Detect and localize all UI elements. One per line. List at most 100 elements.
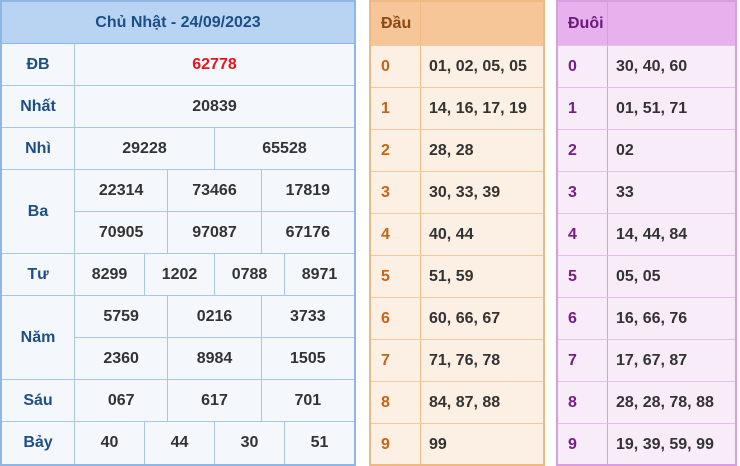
duoi-values: 05, 05 xyxy=(616,267,661,285)
duoi-row: 5 05, 05 xyxy=(558,255,735,297)
dau-row: 2 28, 28 xyxy=(371,129,543,171)
prize-number: 22314 xyxy=(98,181,144,199)
duoi-row: 1 01, 51, 71 xyxy=(558,87,735,129)
duoi-digit: 5 xyxy=(558,256,608,297)
duoi-digit: 7 xyxy=(558,340,608,381)
prize-line: 8299 1202 0788 8971 xyxy=(75,254,354,295)
prize-number: 701 xyxy=(260,380,354,421)
prize-row: Sáu 067 617 701 xyxy=(2,380,354,422)
dau-row: 4 40, 44 xyxy=(371,213,543,255)
dau-row: 7 71, 76, 78 xyxy=(371,339,543,381)
dau-values: 71, 76, 78 xyxy=(429,351,501,369)
dau-digit: 5 xyxy=(371,256,421,297)
prize-number: 73466 xyxy=(167,170,260,211)
duoi-values: 16, 66, 76 xyxy=(616,309,688,327)
prize-number: 65528 xyxy=(214,128,354,169)
dau-digit: 9 xyxy=(371,424,421,465)
prize-number: 29228 xyxy=(122,139,167,157)
duoi-digit: 6 xyxy=(558,298,608,339)
prize-label: Ba xyxy=(2,170,75,253)
prize-number: 17819 xyxy=(260,170,354,211)
prize-label: Nhì xyxy=(2,128,75,169)
dau-digit: 6 xyxy=(371,298,421,339)
prize-number: 67176 xyxy=(260,212,354,253)
duoi-row: 0 30, 40, 60 xyxy=(558,45,735,87)
dau-header-label: Đầu xyxy=(371,2,421,45)
prize-values: 40 44 30 51 xyxy=(75,422,354,464)
dau-values: 28, 28 xyxy=(429,141,474,159)
dau-digit: 7 xyxy=(371,340,421,381)
prize-line: 70905 97087 67176 xyxy=(75,211,354,253)
dau-header: Đầu xyxy=(371,2,543,45)
duoi-header-blank xyxy=(608,2,735,45)
dau-digit: 3 xyxy=(371,172,421,213)
duoi-row: 3 33 xyxy=(558,171,735,213)
prize-number: 617 xyxy=(167,380,260,421)
duoi-row: 2 02 xyxy=(558,129,735,171)
results-body: ĐB 62778 Nhất 20839 Nhì 29228 65528 Ba 22314 7346… xyxy=(2,44,354,464)
prize-number: 8299 xyxy=(91,265,128,283)
prize-row: Tư 8299 1202 0788 8971 xyxy=(2,254,354,296)
prize-line: 20839 xyxy=(75,86,354,127)
dau-row: 6 60, 66, 67 xyxy=(371,297,543,339)
prize-label: Bảy xyxy=(2,422,75,464)
dau-values: 51, 59 xyxy=(429,267,474,285)
duoi-values: 30, 40, 60 xyxy=(616,57,688,75)
prize-label: ĐB xyxy=(2,44,75,85)
prize-values: 5759 0216 3733 2360 8984 1505 xyxy=(75,296,354,379)
dau-row: 0 01, 02, 05, 05 xyxy=(371,45,543,87)
prize-row: Bảy 40 44 30 51 xyxy=(2,422,354,464)
dau-body: 0 01, 02, 05, 05 1 14, 16, 17, 19 2 28, 28 3 30… xyxy=(371,45,543,465)
prize-number: 8971 xyxy=(284,254,354,295)
prize-values: 62778 xyxy=(75,44,354,85)
duoi-digit: 9 xyxy=(558,424,608,465)
prize-line: 22314 73466 17819 xyxy=(75,170,354,211)
dau-digit: 4 xyxy=(371,214,421,255)
duoi-values: 28, 28, 78, 88 xyxy=(616,393,714,411)
duoi-values: 01, 51, 71 xyxy=(616,99,688,117)
prize-number: 20839 xyxy=(192,97,237,115)
prize-label: Năm xyxy=(2,296,75,379)
prize-line: 40 44 30 51 xyxy=(75,422,354,464)
dau-digit: 0 xyxy=(371,46,421,87)
duoi-body: 0 30, 40, 60 1 01, 51, 71 2 02 3 33 4 14, 44, 84 5… xyxy=(558,45,735,465)
prize-values: 22314 73466 17819 70905 97087 67176 xyxy=(75,170,354,253)
prize-values: 8299 1202 0788 8971 xyxy=(75,254,354,295)
prize-row: ĐB 62778 xyxy=(2,44,354,86)
duoi-values: 33 xyxy=(616,183,634,201)
duoi-row: 8 28, 28, 78, 88 xyxy=(558,381,735,423)
duoi-digit: 0 xyxy=(558,46,608,87)
dau-values: 40, 44 xyxy=(429,225,474,243)
prize-number: 70905 xyxy=(98,223,144,241)
special-prize-number: 62778 xyxy=(192,55,237,73)
duoi-digit: 8 xyxy=(558,382,608,423)
prize-values: 29228 65528 xyxy=(75,128,354,169)
prize-number: 3733 xyxy=(260,296,354,337)
prize-line: 5759 0216 3733 xyxy=(75,296,354,337)
duoi-header: Đuôi xyxy=(558,2,735,45)
dau-row: 3 30, 33, 39 xyxy=(371,171,543,213)
prize-label: Nhất xyxy=(2,86,75,127)
prize-number: 1202 xyxy=(144,254,214,295)
prize-line: 62778 xyxy=(75,44,354,85)
prize-line: 067 617 701 xyxy=(75,380,354,421)
duoi-row: 6 16, 66, 76 xyxy=(558,297,735,339)
dau-digit: 1 xyxy=(371,88,421,129)
prize-number: 5759 xyxy=(103,307,139,325)
duoi-header-label: Đuôi xyxy=(558,2,608,45)
results-table: Chủ Nhật - 24/09/2023 ĐB 62778 Nhất 20839 Nh… xyxy=(0,0,356,466)
prize-number: 2360 xyxy=(103,349,139,367)
dau-row: 5 51, 59 xyxy=(371,255,543,297)
prize-values: 067 617 701 xyxy=(75,380,354,421)
prize-values: 20839 xyxy=(75,86,354,127)
prize-number: 97087 xyxy=(167,212,260,253)
dau-values: 99 xyxy=(429,435,447,453)
prize-label: Tư xyxy=(2,254,75,295)
duoi-digit: 2 xyxy=(558,130,608,171)
duoi-digit: 1 xyxy=(558,88,608,129)
prize-row: Nhất 20839 xyxy=(2,86,354,128)
prize-number: 51 xyxy=(284,422,354,464)
results-date-title: Chủ Nhật - 24/09/2023 xyxy=(2,2,354,44)
duoi-values: 14, 44, 84 xyxy=(616,225,688,243)
prize-number: 8984 xyxy=(167,338,260,379)
